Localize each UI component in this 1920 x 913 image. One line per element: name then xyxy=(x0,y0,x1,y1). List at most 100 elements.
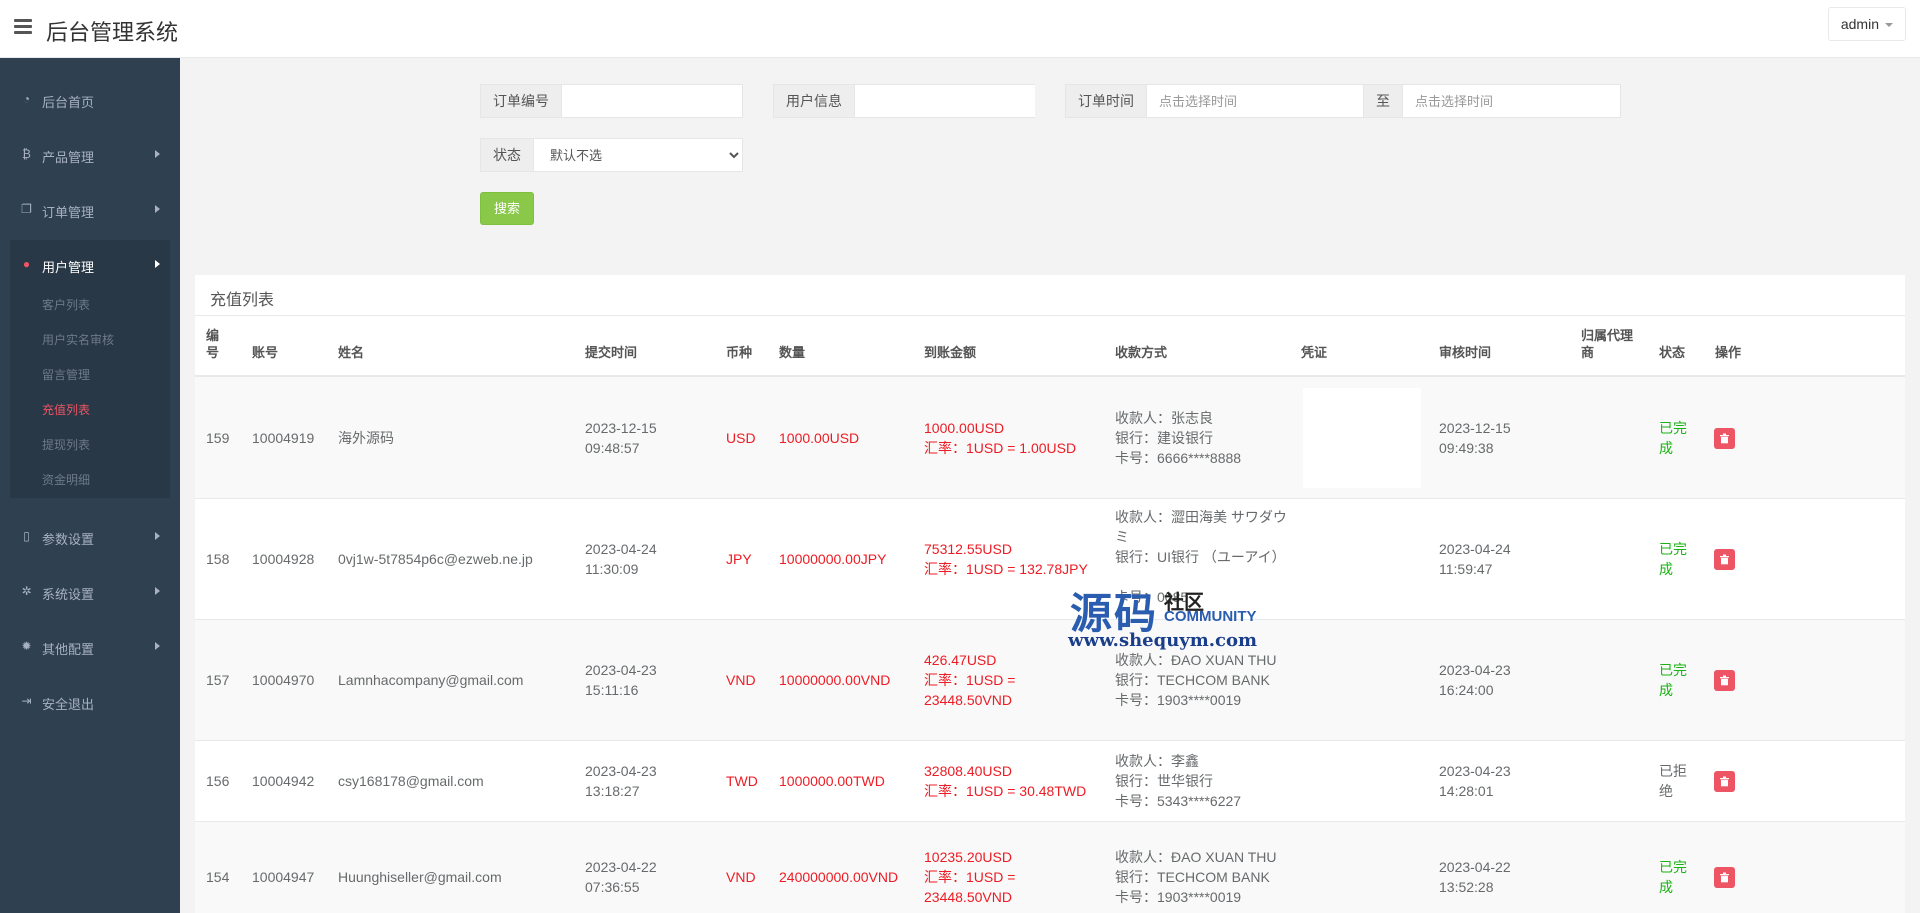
sub-item-kyc[interactable]: 用户实名审核 xyxy=(42,331,114,348)
table-row: 156 10004942 csy168178@gmail.com 2023-04… xyxy=(195,741,1905,822)
delete-button[interactable] xyxy=(1714,771,1735,792)
chevron-right-icon xyxy=(155,642,160,650)
search-button[interactable]: 搜索 xyxy=(480,192,534,225)
cell-name: 海外源码 xyxy=(338,430,394,446)
sidebar-item-orders[interactable]: ❐ 订单管理 xyxy=(0,182,180,237)
cell-bank: 银行：TECHCOM BANK xyxy=(1115,869,1270,885)
cell-no: 159 xyxy=(206,430,230,446)
cell-audit-time: 2023-04-23 14:28:01 xyxy=(1439,763,1511,799)
sidebar-item-label: 用户管理 xyxy=(42,260,95,275)
cell-amount: 1000000.00TWD xyxy=(779,773,885,789)
cell-account: 10004970 xyxy=(252,672,315,688)
sidebar-item-params[interactable]: ▯ 参数设置 xyxy=(0,509,180,564)
table-row: 158 10004928 0vj1w-5t7854p6c@ezweb.ne.jp… xyxy=(195,499,1905,620)
col-audit-time: 审核时间 xyxy=(1439,345,1492,360)
recharge-panel: 充值列表 编号 账号 姓名 提交时间 币种 数量 到账金额 收款方式 凭证 审核… xyxy=(195,275,1905,913)
delete-button[interactable] xyxy=(1714,867,1735,888)
trash-icon xyxy=(1720,433,1729,444)
cell-no: 158 xyxy=(206,551,230,567)
cell-name: Lamnhacompany@gmail.com xyxy=(338,672,524,688)
sidebar-item-label: 订单管理 xyxy=(42,205,95,220)
sub-item-customers[interactable]: 客户列表 xyxy=(42,296,90,313)
sign-out-icon: ⇥ xyxy=(21,693,32,708)
start-time-input[interactable] xyxy=(1147,85,1363,117)
menu-toggle-icon[interactable] xyxy=(14,19,32,35)
col-received: 到账金额 xyxy=(924,345,977,360)
delete-button[interactable] xyxy=(1714,428,1735,449)
to-label: 至 xyxy=(1363,85,1403,117)
sidebar-item-system[interactable]: ✲ 系统设置 xyxy=(0,564,180,619)
status-label: 状态 xyxy=(481,139,534,171)
cell-amount: 10000000.00JPY xyxy=(779,551,887,567)
cell-currency: VND xyxy=(726,869,756,885)
trash-icon xyxy=(1720,675,1729,686)
sub-item-recharge[interactable]: 充值列表 xyxy=(42,401,90,418)
cell-payee: 收款人：澀田海美 サワダウミ xyxy=(1115,509,1287,545)
cell-name: Huunghiseller@gmail.com xyxy=(338,869,502,885)
chevron-right-icon xyxy=(155,532,160,540)
user-menu-button[interactable]: admin xyxy=(1827,7,1906,41)
cell-currency: TWD xyxy=(726,773,758,789)
cell-name: csy168178@gmail.com xyxy=(338,773,484,789)
sidebar-item-home[interactable]: ◔ 后台首页 xyxy=(0,72,180,127)
cell-account: 10004947 xyxy=(252,869,315,885)
sidebar-item-label: 产品管理 xyxy=(42,150,95,165)
order-time-filter: 订单时间 至 xyxy=(1065,84,1621,118)
cell-no: 154 xyxy=(206,869,230,885)
sub-item-withdraw[interactable]: 提现列表 xyxy=(42,436,90,453)
cell-status: 已完成 xyxy=(1659,541,1687,577)
end-time-input[interactable] xyxy=(1403,85,1613,117)
trash-icon xyxy=(1720,872,1729,883)
cell-bank: 银行：世华银行 xyxy=(1115,773,1213,789)
cell-received: 32808.40USD xyxy=(924,763,1012,779)
cell-received: 426.47USD xyxy=(924,652,997,668)
table-row: 157 10004970 Lamnhacompany@gmail.com 202… xyxy=(195,620,1905,741)
sidebar: ◔ 后台首页 ₿ 产品管理 ❐ 订单管理 ● 用户管理 客户列表 用户实名审核 … xyxy=(0,58,180,913)
cell-amount: 240000000.00VND xyxy=(779,869,899,885)
status-select[interactable]: 默认不选 xyxy=(534,139,742,171)
delete-button[interactable] xyxy=(1714,670,1735,691)
chevron-right-icon xyxy=(155,260,160,268)
cell-submit-time: 2023-04-23 13:18:27 xyxy=(585,763,657,799)
order-no-label: 订单编号 xyxy=(481,85,562,117)
order-no-input[interactable] xyxy=(562,85,742,117)
cell-amount: 1000.00USD xyxy=(779,430,860,446)
sub-item-funds[interactable]: 资金明细 xyxy=(42,471,90,488)
cell-submit-time: 2023-04-22 07:36:55 xyxy=(585,859,657,895)
sidebar-item-logout[interactable]: ⇥ 安全退出 xyxy=(0,674,180,729)
cell-status: 已完成 xyxy=(1659,662,1687,698)
app-title: 后台管理系统 xyxy=(46,20,179,45)
voucher-image[interactable] xyxy=(1303,388,1421,488)
col-no: 编号 xyxy=(206,328,220,360)
user-info-label: 用户信息 xyxy=(774,85,855,117)
sidebar-item-products[interactable]: ₿ 产品管理 xyxy=(0,127,180,182)
cell-received: 1000.00USD xyxy=(924,420,1005,436)
dashboard-icon: ◔ xyxy=(22,91,31,106)
cogs-icon: ✲ xyxy=(21,583,32,598)
cell-status: 已完成 xyxy=(1659,859,1687,895)
cell-audit-time: 2023-04-23 16:24:00 xyxy=(1439,662,1511,698)
sidebar-item-label: 其他配置 xyxy=(42,642,95,657)
sidebar-item-users[interactable]: ● 用户管理 xyxy=(0,237,180,292)
col-payment: 收款方式 xyxy=(1115,345,1168,360)
delete-button[interactable] xyxy=(1714,549,1735,570)
col-voucher: 凭证 xyxy=(1301,345,1328,360)
cell-no: 156 xyxy=(206,773,230,789)
cell-name: 0vj1w-5t7854p6c@ezweb.ne.jp xyxy=(338,551,533,567)
cell-received: 75312.55USD xyxy=(924,541,1012,557)
col-account: 账号 xyxy=(252,345,279,360)
cell-received: 10235.20USD xyxy=(924,849,1012,865)
chevron-right-icon xyxy=(155,587,160,595)
sidebar-item-label: 参数设置 xyxy=(42,532,95,547)
sidebar-item-label: 系统设置 xyxy=(42,587,95,602)
col-status: 状态 xyxy=(1659,345,1686,360)
user-info-input[interactable] xyxy=(855,85,1035,117)
divider xyxy=(195,315,1905,316)
col-agent: 归属代理商 xyxy=(1581,328,1634,360)
sidebar-item-other[interactable]: ✹ 其他配置 xyxy=(0,619,180,674)
sub-item-messages[interactable]: 留言管理 xyxy=(42,366,90,383)
gear-icon: ✹ xyxy=(21,638,32,653)
cell-currency: VND xyxy=(726,672,756,688)
chevron-right-icon xyxy=(155,205,160,213)
trash-icon xyxy=(1720,554,1729,565)
